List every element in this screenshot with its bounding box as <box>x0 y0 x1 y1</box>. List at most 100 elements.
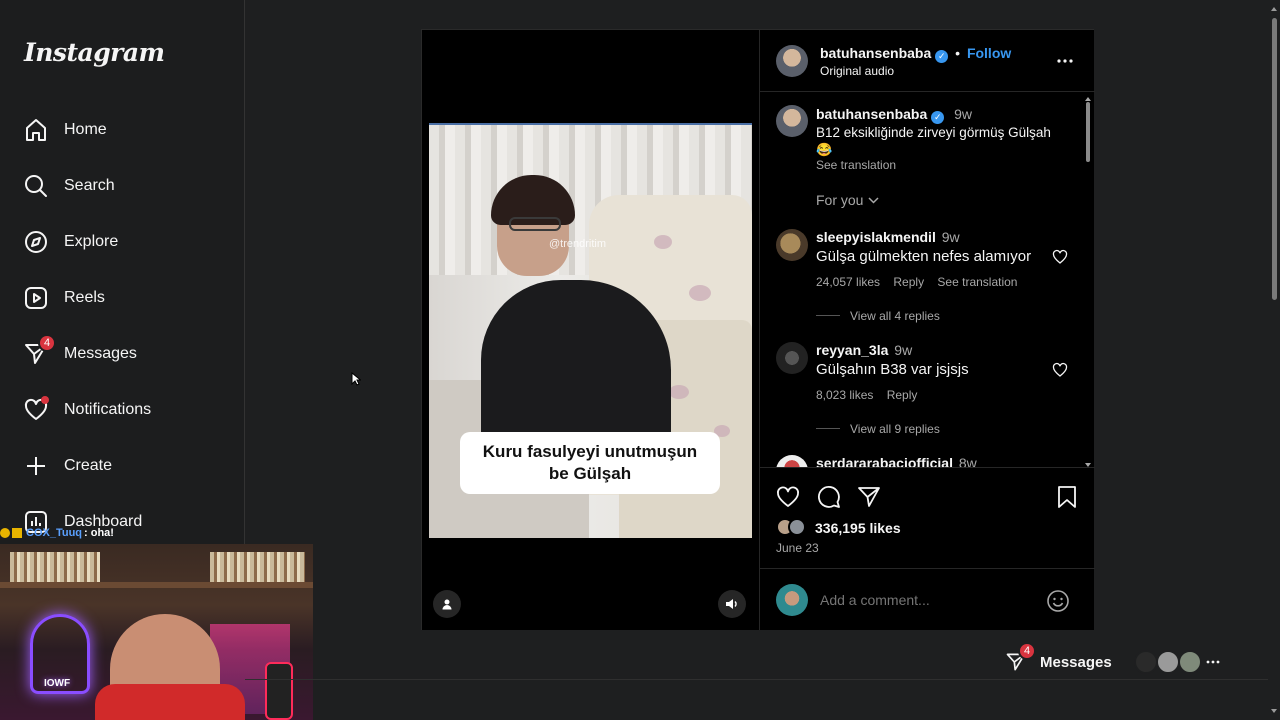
comment-translation-link[interactable]: See translation <box>937 275 1017 289</box>
sidebar-item-search[interactable]: Search <box>22 168 115 204</box>
sort-dropdown[interactable]: For you <box>816 192 879 208</box>
comment-header: reyyan_3la 9w <box>816 342 912 358</box>
messages-floating-bar[interactable]: 4 Messages <box>992 642 1224 682</box>
scrollbar-thumb[interactable] <box>1086 102 1090 162</box>
audio-label[interactable]: Original audio <box>820 64 894 78</box>
sidebar-item-create[interactable]: Create <box>22 448 112 484</box>
comment-time: 8w <box>958 455 977 467</box>
emoji-icon[interactable] <box>1046 589 1070 613</box>
heart-icon <box>22 396 50 424</box>
add-comment-input[interactable] <box>820 588 1040 612</box>
like-comment-heart-icon[interactable] <box>1052 249 1068 265</box>
post-modal: @trendritim Kuru fasulyeyi unutmuşun be … <box>421 29 1095 630</box>
like-comment-heart-icon[interactable] <box>1052 362 1068 378</box>
chat-badge-icon <box>12 528 22 538</box>
speaker-icon <box>725 597 739 611</box>
comment-reply-button[interactable]: Reply <box>887 388 918 402</box>
comment-header: serdararabaciofficial 8w <box>816 455 977 467</box>
sidebar-item-reels[interactable]: Reels <box>22 280 105 316</box>
comment-time: 9w <box>941 229 960 245</box>
conversation-avatar <box>1133 650 1158 674</box>
header-separator: • <box>955 45 961 61</box>
sidebar-item-label: Create <box>64 457 113 474</box>
conversation-avatar <box>1155 650 1180 674</box>
sidebar-item-messages[interactable]: 4 Messages <box>22 334 137 372</box>
sidebar-item-label: Notifications <box>64 401 152 418</box>
notification-dot <box>41 396 49 404</box>
reel-video[interactable]: @trendritim Kuru fasulyeyi unutmuşun be … <box>429 123 752 538</box>
chevron-down-icon <box>868 196 879 204</box>
audio-toggle-button[interactable] <box>718 590 746 618</box>
comment-text: Gülşahın B38 var jsjsjs <box>816 361 969 378</box>
reels-icon <box>22 284 50 312</box>
comment-username[interactable]: sleepyislakmendil <box>816 229 936 245</box>
sidebar-item-label: Messages <box>64 345 137 362</box>
post-side-panel: batuhansenbaba ✓ • Follow Original audio … <box>759 30 1095 630</box>
verified-badge-icon: ✓ <box>931 111 945 124</box>
instagram-logo[interactable]: Instagram <box>24 38 165 67</box>
commenter-avatar[interactable] <box>776 342 808 374</box>
comments-list[interactable]: batuhansenbaba ✓ 9w B12 eksikliğinde zirv… <box>760 93 1095 467</box>
author-username[interactable]: batuhansenbaba <box>820 45 931 61</box>
post-header: batuhansenbaba ✓ • Follow Original audio <box>760 30 1095 92</box>
tagged-users-button[interactable] <box>433 590 461 618</box>
like-count[interactable]: 336,195 likes <box>815 520 901 536</box>
sidebar-item-label: Reels <box>64 289 105 306</box>
current-user-avatar[interactable] <box>776 584 808 616</box>
add-comment-bar <box>760 568 1095 630</box>
page-scroll-up-icon[interactable] <box>1268 4 1280 14</box>
commenter-avatar[interactable] <box>776 229 808 261</box>
replies-line <box>816 428 840 429</box>
page-scrollbar-thumb[interactable] <box>1272 18 1277 300</box>
search-icon <box>22 172 50 200</box>
chat-username: COX_Tuuq <box>26 527 83 539</box>
plus-icon <box>22 452 50 480</box>
liker-avatar <box>788 518 806 536</box>
comment-reply-button[interactable]: Reply <box>893 275 924 289</box>
sidebar-item-label: Explore <box>64 233 119 250</box>
comment-likes[interactable]: 8,023 likes <box>816 388 873 402</box>
messenger-icon: 4 <box>22 334 56 368</box>
comment-header: sleepyislakmendil 9w <box>816 229 960 245</box>
sort-label: For you <box>816 192 864 208</box>
sidebar-item-home[interactable]: Home <box>22 112 107 148</box>
chat-badge-icon <box>0 528 10 538</box>
author-line: batuhansenbaba ✓ • Follow <box>820 45 1011 63</box>
bookmark-icon[interactable] <box>1056 485 1078 509</box>
page-scrollbar[interactable] <box>1268 0 1280 720</box>
messenger-icon: 4 <box>1002 642 1036 676</box>
view-replies-button[interactable]: View all 4 replies <box>850 309 940 323</box>
comment-bubble-icon[interactable] <box>817 485 841 509</box>
more-options-icon[interactable] <box>1056 52 1074 70</box>
follow-button[interactable]: Follow <box>967 45 1011 61</box>
comment-username[interactable]: reyyan_3la <box>816 342 888 358</box>
verified-badge-icon: ✓ <box>935 50 949 63</box>
like-heart-icon[interactable] <box>776 485 800 509</box>
share-icon[interactable] <box>857 485 881 509</box>
comments-scrollbar[interactable] <box>1084 96 1092 468</box>
messages-badge: 4 <box>1018 642 1036 660</box>
neon-sign-text: IOWF <box>44 678 71 689</box>
sidebar-item-explore[interactable]: Explore <box>22 224 118 260</box>
messages-badge: 4 <box>38 334 56 352</box>
compass-icon <box>22 228 50 256</box>
conversation-avatar <box>1177 650 1202 674</box>
sidebar-item-notifications[interactable]: Notifications <box>22 392 151 428</box>
author-avatar[interactable] <box>776 45 808 77</box>
stream-chat-message: COX_Tuuq : oha! <box>0 526 114 540</box>
streamer-webcam-overlay: IOWF <box>0 544 313 720</box>
comment-time: 9w <box>894 342 913 358</box>
video-person-glasses <box>509 217 561 231</box>
bookshelf-right <box>210 552 305 582</box>
sofa-flower <box>654 235 672 249</box>
page-scroll-down-icon[interactable] <box>1268 706 1280 716</box>
streamer-shirt <box>95 684 245 720</box>
comment-username[interactable]: serdararabaciofficial <box>816 455 953 467</box>
commenter-avatar[interactable] <box>776 455 808 467</box>
see-translation-link[interactable]: See translation <box>816 158 896 172</box>
view-replies-button[interactable]: View all 9 replies <box>850 422 940 436</box>
comment-likes[interactable]: 24,057 likes <box>816 275 880 289</box>
author-avatar[interactable] <box>776 105 808 137</box>
description-author[interactable]: batuhansenbaba <box>816 106 927 122</box>
post-date[interactable]: June 23 <box>776 541 819 555</box>
